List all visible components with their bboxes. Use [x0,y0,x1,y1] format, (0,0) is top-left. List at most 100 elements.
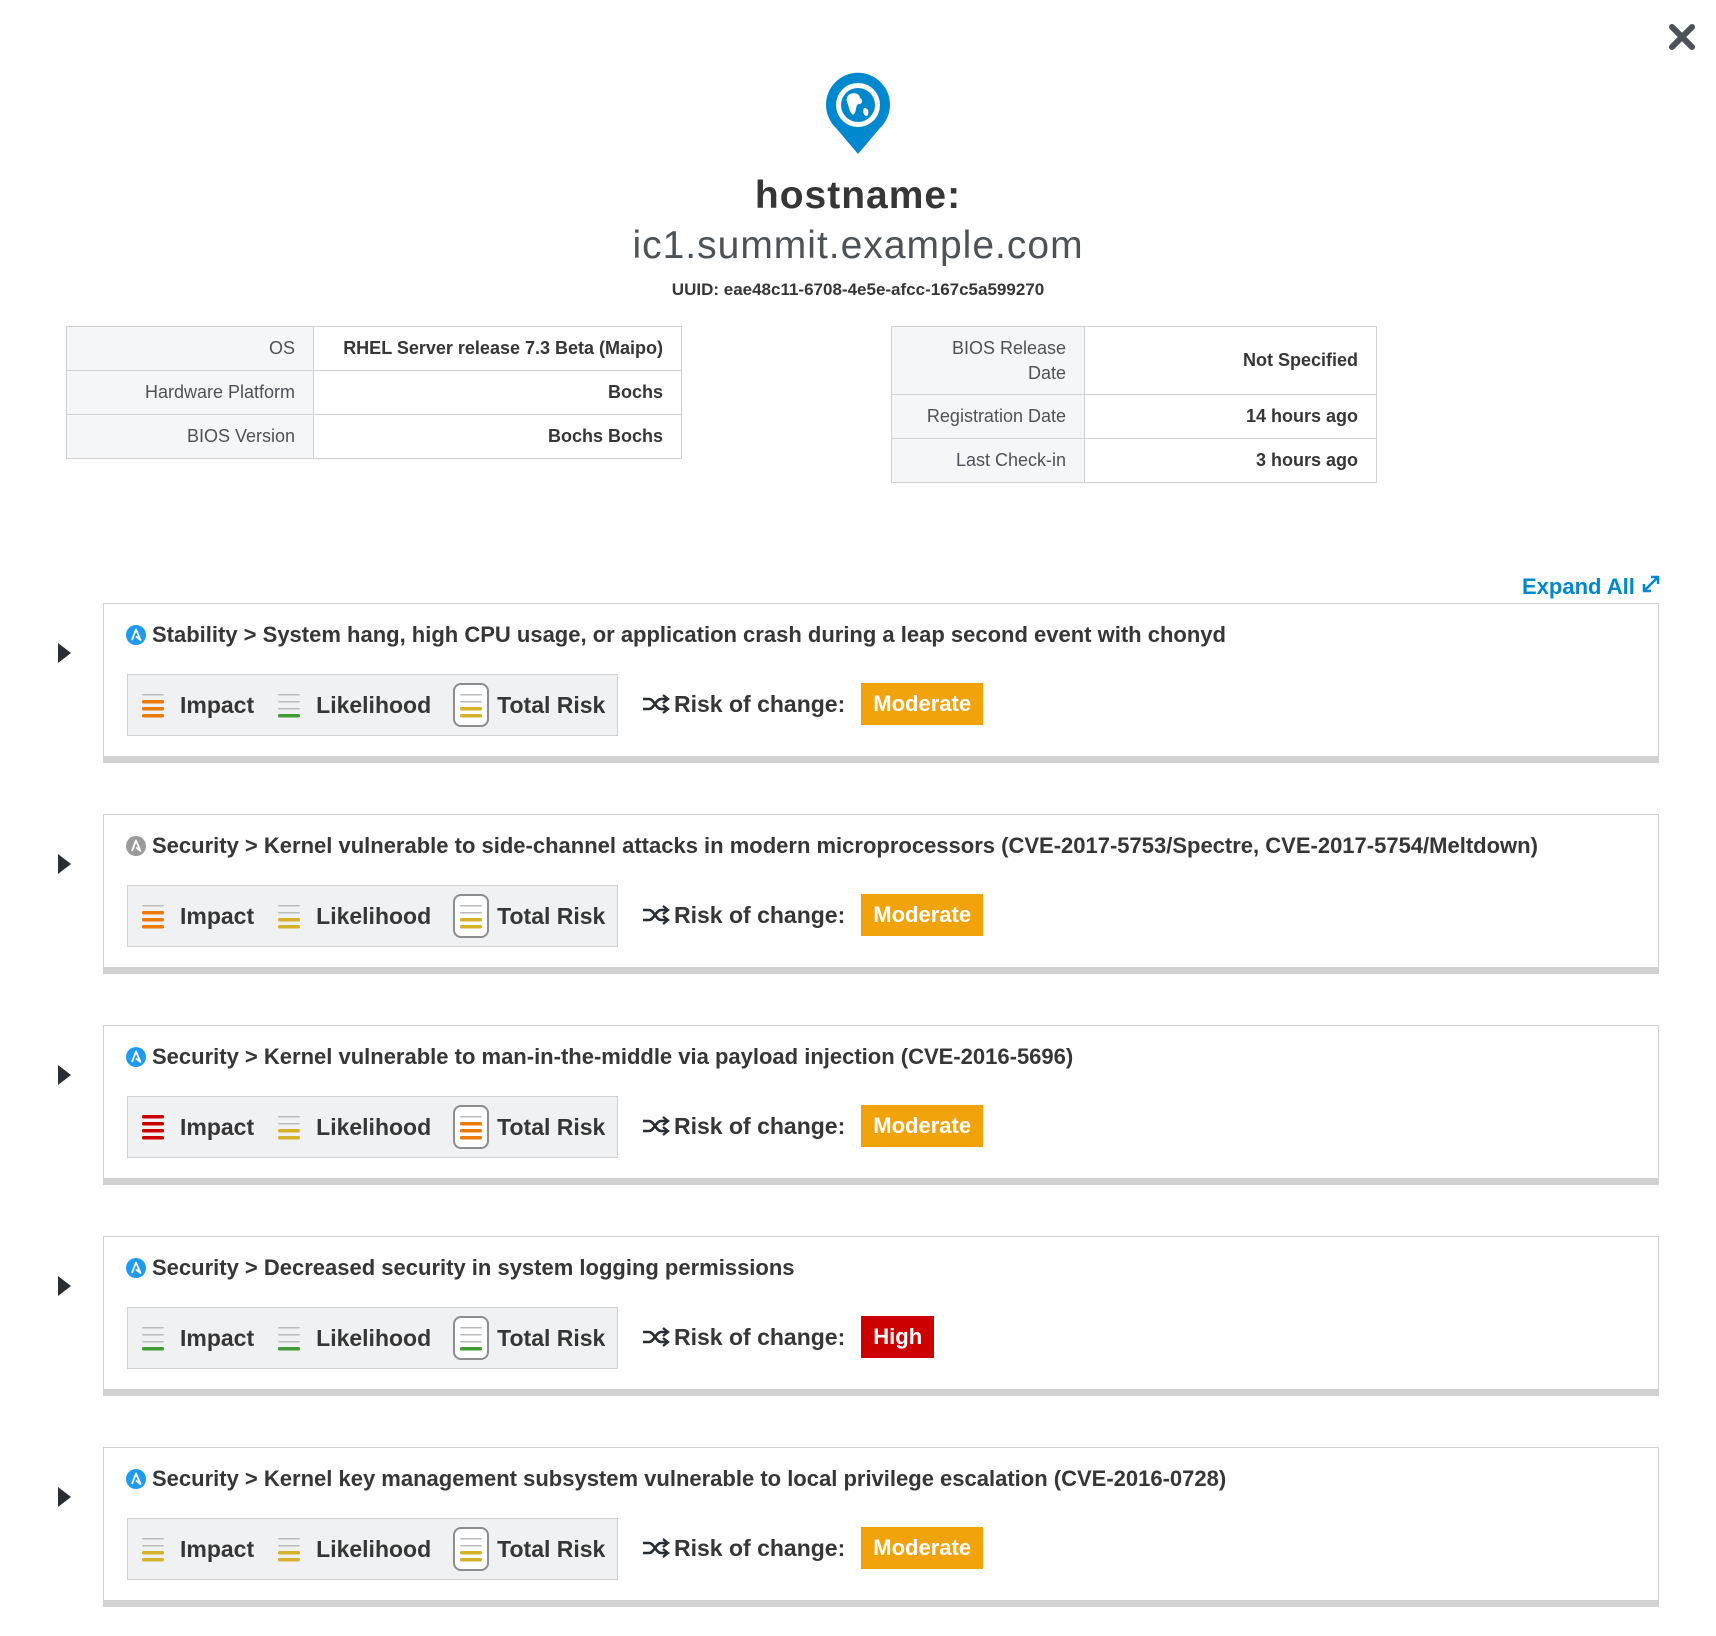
info-row: OS RHEL Server release 7.3 Beta (Maipo) [66,326,682,371]
likelihood-label: Likelihood [316,1113,432,1140]
total-risk-label: Total Risk [497,1535,606,1562]
risk-of-change-label: Risk of change: [674,1534,846,1561]
rule-title[interactable]: Stability > System hang, high CPU usage,… [126,622,1226,648]
likelihood-label: Likelihood [316,1324,432,1351]
total-risk-box [453,894,490,938]
ansible-icon [126,1047,146,1067]
close-icon[interactable] [1667,22,1697,52]
impact-icon [140,1112,166,1142]
impact-label: Impact [180,1324,255,1351]
rule-card: Security > Kernel vulnerable to man-in-t… [103,1025,1659,1185]
info-label: Hardware Platform [66,370,314,415]
likelihood-icon [276,1534,302,1564]
rule-title[interactable]: Security > Kernel vulnerable to side-cha… [126,833,1538,859]
risk-of-change-label: Risk of change: [674,1112,846,1139]
likelihood-icon [276,901,302,931]
shuffle-icon [642,1326,670,1348]
ansible-icon [126,1258,146,1278]
likelihood-metric: Likelihood [276,1323,431,1353]
info-label: BIOS Version [66,414,314,459]
info-label: OS [66,326,314,371]
info-label: Last Check-in [891,438,1085,483]
likelihood-icon [276,1323,302,1353]
total-risk-box [453,1316,490,1360]
total-risk-box [453,1527,490,1571]
ansible-icon [126,836,146,856]
hostname-value: ic1.summit.example.com [632,224,1084,267]
total-risk-icon [458,1323,484,1353]
impact-label: Impact [180,1535,255,1562]
host-header: hostname: ic1.summit.example.com UUID: e… [0,70,1716,300]
info-row: Registration Date 14 hours ago [891,394,1377,439]
caret-right-icon[interactable] [58,1276,71,1296]
caret-right-icon[interactable] [58,643,71,663]
impact-icon [140,1323,166,1353]
risk-metrics: Impact Likelihood Total Risk [127,1518,619,1580]
rule-title[interactable]: Security > Decreased security in system … [126,1255,795,1281]
likelihood-label: Likelihood [316,1535,432,1562]
likelihood-metric: Likelihood [276,690,431,720]
rule-row: Stability > System hang, high CPU usage,… [0,603,1716,769]
impact-metric: Impact [140,1112,254,1142]
expand-all-label: Expand All [1522,574,1635,599]
rule-card: Security > Kernel vulnerable to side-cha… [103,814,1659,974]
shuffle-icon [642,1115,670,1137]
rule-title-text: Security > Decreased security in system … [152,1255,795,1280]
caret-right-icon[interactable] [58,854,71,874]
expand-all-link[interactable]: Expand All [1522,574,1661,600]
rule-title[interactable]: Security > Kernel key management subsyst… [126,1466,1226,1492]
total-risk-metric: Total Risk [453,894,605,938]
total-risk-icon [458,1112,484,1142]
rule-title-text: Security > Kernel vulnerable to side-cha… [152,833,1538,858]
risk-of-change: Risk of change: Moderate [642,1526,984,1570]
impact-metric: Impact [140,901,254,931]
risk-of-change-badge: Moderate [861,1105,984,1147]
impact-metric: Impact [140,1323,254,1353]
info-row: Last Check-in 3 hours ago [891,438,1377,483]
likelihood-label: Likelihood [316,902,432,929]
total-risk-icon [458,901,484,931]
total-risk-metric: Total Risk [453,1105,605,1149]
likelihood-icon [276,690,302,720]
rule-title[interactable]: Security > Kernel vulnerable to man-in-t… [126,1044,1073,1070]
info-value: Not Specified [1084,326,1377,395]
rule-card: Stability > System hang, high CPU usage,… [103,603,1659,763]
risk-of-change-badge: Moderate [861,1527,984,1569]
rule-row: Security > Kernel key management subsyst… [0,1447,1716,1613]
caret-right-icon[interactable] [58,1065,71,1085]
total-risk-icon [458,690,484,720]
risk-of-change-badge: High [861,1316,935,1358]
globe-pin-icon [822,70,894,154]
rule-row: Security > Decreased security in system … [0,1236,1716,1402]
caret-right-icon[interactable] [58,1487,71,1507]
info-value: 3 hours ago [1084,438,1377,483]
impact-metric: Impact [140,690,254,720]
impact-label: Impact [180,1113,255,1140]
total-risk-label: Total Risk [497,902,606,929]
ansible-icon [126,625,146,645]
ansible-icon [126,1469,146,1489]
risk-of-change: Risk of change: High [642,1315,935,1359]
rule-card: Security > Decreased security in system … [103,1236,1659,1396]
impact-icon [140,1534,166,1564]
risk-metrics: Impact Likelihood Total Risk [127,1096,619,1158]
impact-label: Impact [180,902,255,929]
impact-metric: Impact [140,1534,254,1564]
impact-icon [140,690,166,720]
risk-of-change-label: Risk of change: [674,901,846,928]
risk-of-change-label: Risk of change: [674,690,846,717]
system-info-table-right: BIOS Release Date Not Specified Registra… [891,326,1377,483]
risk-metrics: Impact Likelihood Total Risk [127,1307,619,1369]
risk-of-change-badge: Moderate [861,894,984,936]
rule-title-text: Security > Kernel vulnerable to man-in-t… [152,1044,1074,1069]
rule-title-text: Stability > System hang, high CPU usage,… [152,622,1226,647]
uuid-label: UUID: eae48c11-6708-4e5e-afcc-167c5a5992… [671,280,1045,299]
risk-metrics: Impact Likelihood Total Risk [127,674,619,736]
total-risk-box [453,683,490,727]
risk-metrics: Impact Likelihood Total Risk [127,885,619,947]
total-risk-metric: Total Risk [453,1527,605,1571]
likelihood-metric: Likelihood [276,901,431,931]
total-risk-label: Total Risk [497,1324,606,1351]
total-risk-label: Total Risk [497,1113,606,1140]
risk-of-change: Risk of change: Moderate [642,893,984,937]
